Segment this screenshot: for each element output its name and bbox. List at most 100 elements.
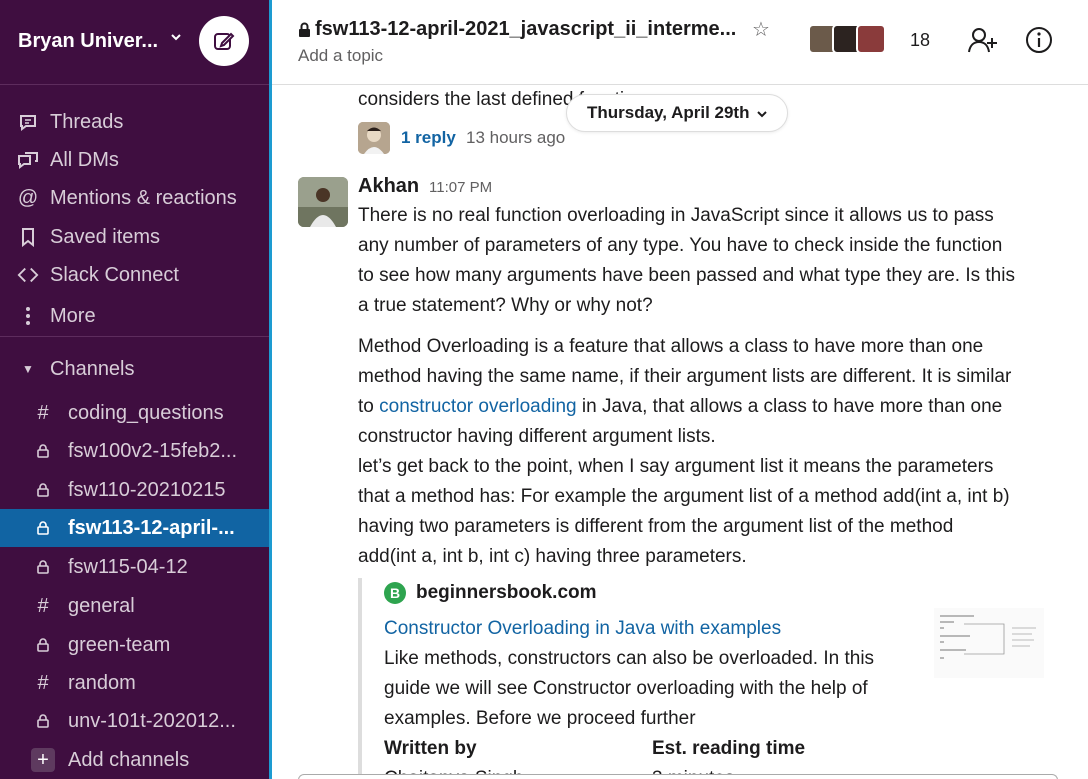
- message-timestamp[interactable]: 11:07 PM: [429, 179, 492, 196]
- sidebar-item-unv-101t[interactable]: unv-101t-202012...: [0, 702, 269, 740]
- channel-label: coding_questions: [68, 401, 224, 424]
- hash-icon: #: [37, 401, 49, 424]
- bookmark-icon: [17, 227, 39, 247]
- reply-timestamp: 13 hours ago: [466, 128, 566, 147]
- nav-label: Saved items: [50, 225, 161, 248]
- unfurl-description: examples. Before we proceed further: [384, 708, 696, 729]
- nav-more[interactable]: More: [0, 298, 269, 334]
- threads-icon: [17, 112, 39, 132]
- unfurl-site[interactable]: B beginnersbook.com: [384, 582, 597, 604]
- sidebar-item-fsw113[interactable]: fsw113-12-april-...: [0, 509, 269, 547]
- channel-label: general: [68, 594, 135, 617]
- nav-threads[interactable]: Threads: [0, 104, 269, 140]
- chevron-down-icon: [757, 103, 768, 123]
- channel-title[interactable]: fsw113-12-april-2021_javascript_ii_inter…: [298, 18, 736, 41]
- hash-icon: #: [37, 671, 49, 694]
- message-text: to see how many arguments have been pass…: [358, 265, 1015, 286]
- slack-connect-icon: [17, 266, 39, 284]
- sidebar-item-green-team[interactable]: green-team: [0, 626, 269, 664]
- workspace-header[interactable]: Bryan Univer...: [0, 0, 269, 85]
- date-divider-button[interactable]: Thursday, April 29th: [566, 94, 789, 132]
- dms-icon: [17, 150, 39, 170]
- lock-icon: [33, 714, 53, 728]
- nav-all-dms[interactable]: All DMs: [0, 142, 269, 178]
- channel-name: fsw113-12-april-2021_javascript_ii_inter…: [315, 18, 737, 40]
- message-text: that a method has: For example the argum…: [358, 486, 1010, 507]
- plus-icon: +: [31, 748, 55, 772]
- message-composer[interactable]: [298, 774, 1058, 779]
- field-label: Est. reading time: [652, 738, 806, 759]
- unfurl-thumbnail[interactable]: [934, 608, 1044, 678]
- channel-label: random: [68, 671, 136, 694]
- channel-label: fsw113-12-april-...: [68, 516, 235, 539]
- message-text: a true statement? Why or why not?: [358, 295, 653, 316]
- message-text: in Java, that allows a class to have mor…: [576, 396, 1003, 417]
- sidebar-divider: [0, 336, 269, 337]
- compose-button[interactable]: [199, 16, 249, 66]
- field-label: Written by: [384, 738, 477, 759]
- thread-reply-link[interactable]: 1 reply: [401, 128, 456, 148]
- scrollbar[interactable]: [1078, 86, 1088, 779]
- channels-header-label: Channels: [50, 357, 135, 380]
- workspace-name[interactable]: Bryan Univer...: [18, 30, 158, 53]
- chevron-down-icon[interactable]: [170, 30, 182, 46]
- lock-icon: [33, 444, 53, 458]
- message-pane[interactable]: considers the last defined function... T…: [272, 86, 1088, 779]
- message-author[interactable]: Akhan: [358, 175, 419, 198]
- nav-mentions[interactable]: @ Mentions & reactions: [0, 180, 269, 216]
- site-name: beginnersbook.com: [416, 582, 597, 603]
- add-member-icon[interactable]: [968, 26, 998, 59]
- channel-label: green-team: [68, 633, 171, 656]
- lock-icon: [33, 638, 53, 652]
- sidebar-item-coding-questions[interactable]: # coding_questions: [0, 394, 269, 432]
- lock-icon: [33, 521, 53, 535]
- lock-icon: [33, 483, 53, 497]
- date-label: Thursday, April 29th: [587, 103, 750, 122]
- unfurl-description: Like methods, constructors can also be o…: [384, 648, 875, 669]
- nav-label: Mentions & reactions: [50, 186, 237, 209]
- more-icon: [17, 306, 39, 326]
- nav-label: Threads: [50, 110, 124, 133]
- avatar[interactable]: [298, 177, 348, 227]
- hash-icon: #: [37, 594, 49, 617]
- message-text: let’s get back to the point, when I say …: [358, 456, 994, 477]
- channel-label: unv-101t-202012...: [68, 709, 236, 732]
- message-text: any number of parameters of any type. Yo…: [358, 235, 1003, 256]
- lock-icon: [33, 560, 53, 574]
- unfurl-title-link[interactable]: Constructor Overloading in Java with exa…: [384, 618, 781, 640]
- nav-saved-items[interactable]: Saved items: [0, 219, 269, 255]
- sidebar: Bryan Univer... Threads All DMs @ Mentio…: [0, 0, 269, 779]
- channel-label: fsw110-20210215: [68, 478, 226, 501]
- nav-label: All DMs: [50, 148, 119, 171]
- member-avatars[interactable]: [808, 24, 886, 54]
- message-text: There is no real function overloading in…: [358, 205, 994, 226]
- add-channels-label: Add channels: [68, 748, 190, 771]
- channel-label: fsw115-04-12: [68, 555, 188, 578]
- caret-down-icon[interactable]: ▼: [17, 362, 39, 376]
- link-unfurl: B beginnersbook.com Constructor Overload…: [358, 578, 1048, 779]
- nav-slack-connect[interactable]: Slack Connect: [0, 257, 269, 293]
- add-topic-link[interactable]: Add a topic: [298, 46, 383, 66]
- star-icon[interactable]: ☆: [752, 17, 770, 42]
- add-channels-button[interactable]: + Add channels: [0, 741, 269, 779]
- message-text: Method Overloading is a feature that all…: [358, 336, 984, 357]
- sidebar-item-fsw110[interactable]: fsw110-20210215: [0, 471, 269, 509]
- sidebar-item-fsw115[interactable]: fsw115-04-12: [0, 548, 269, 586]
- channel-label: fsw100v2-15feb2...: [68, 439, 237, 462]
- message-text: add(int a, int b, int c) having three pa…: [358, 546, 747, 567]
- info-icon[interactable]: [1025, 26, 1053, 59]
- message-text: having two parameters is different from …: [358, 516, 954, 537]
- nav-label: Slack Connect: [50, 263, 179, 286]
- at-icon: @: [17, 186, 39, 209]
- channels-section-header[interactable]: ▼ Channels: [0, 351, 269, 387]
- message-text: constructor having different argument li…: [358, 426, 716, 447]
- constructor-overloading-link[interactable]: constructor overloading: [379, 396, 577, 417]
- sidebar-item-random[interactable]: # random: [0, 664, 269, 702]
- unfurl-description: guide we will see Constructor overloadin…: [384, 678, 868, 699]
- member-count[interactable]: 18: [910, 30, 930, 51]
- sidebar-item-fsw100v2[interactable]: fsw100v2-15feb2...: [0, 432, 269, 470]
- channel-header: fsw113-12-april-2021_javascript_ii_inter…: [272, 0, 1088, 85]
- message-text: method having the same name, if their ar…: [358, 366, 1012, 387]
- sidebar-item-general[interactable]: # general: [0, 587, 269, 625]
- message-text-line: to constructor overloading in Java, that…: [358, 396, 1002, 418]
